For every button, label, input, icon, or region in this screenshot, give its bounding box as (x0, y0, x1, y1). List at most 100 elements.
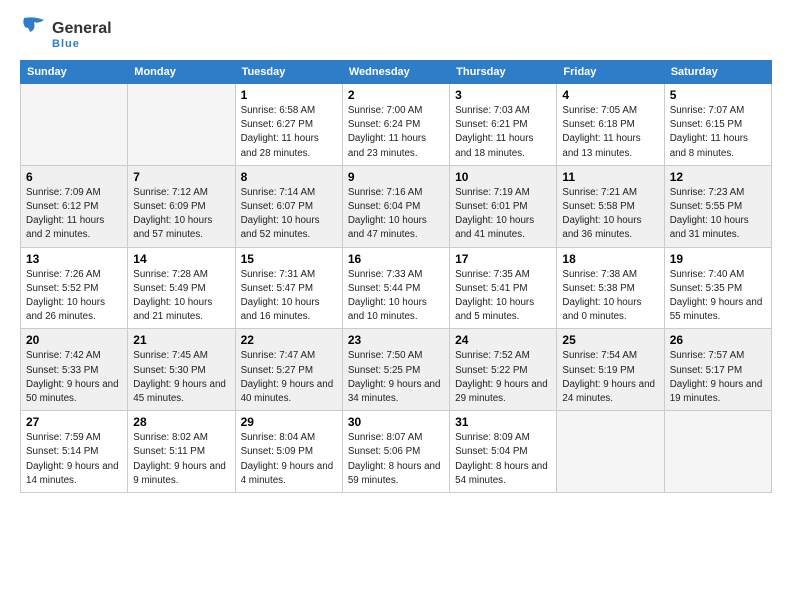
calendar-cell-5-3: 29Sunrise: 8:04 AMSunset: 5:09 PMDayligh… (235, 411, 342, 493)
day-info: Sunrise: 7:05 AMSunset: 6:18 PMDaylight:… (562, 104, 658, 161)
day-number: 11 (562, 170, 658, 184)
day-number: 3 (455, 88, 551, 102)
day-number: 20 (26, 333, 122, 347)
day-info: Sunrise: 7:45 AMSunset: 5:30 PMDaylight:… (133, 349, 229, 406)
day-info: Sunrise: 7:35 AMSunset: 5:41 PMDaylight:… (455, 268, 551, 325)
day-info: Sunrise: 7:09 AMSunset: 6:12 PMDaylight:… (26, 186, 122, 243)
day-number: 19 (670, 252, 766, 266)
week-row-1: 1 Sunrise: 6:58 AMSunset: 6:27 PMDaylight… (21, 84, 772, 166)
day-number: 13 (26, 252, 122, 266)
header-row: SundayMondayTuesdayWednesdayThursdayFrid… (21, 61, 772, 84)
day-number: 31 (455, 415, 551, 429)
day-number: 2 (348, 88, 444, 102)
day-info: Sunrise: 7:16 AMSunset: 6:04 PMDaylight:… (348, 186, 444, 243)
day-info: Sunrise: 7:14 AMSunset: 6:07 PMDaylight:… (241, 186, 337, 243)
calendar-cell-4-6: 25 Sunrise: 7:54 AMSunset: 5:19 PMDayligh… (557, 329, 664, 411)
calendar-cell-1-4: 2 Sunrise: 7:00 AMSunset: 6:24 PMDaylight… (342, 84, 449, 166)
calendar-cell-4-1: 20 Sunrise: 7:42 AMSunset: 5:33 PMDayligh… (21, 329, 128, 411)
day-number: 17 (455, 252, 551, 266)
header: General Blue (20, 16, 772, 50)
day-number: 18 (562, 252, 658, 266)
day-number: 29 (241, 415, 337, 429)
week-row-3: 13 Sunrise: 7:26 AMSunset: 5:52 PMDayligh… (21, 247, 772, 329)
calendar-cell-2-1: 6 Sunrise: 7:09 AMSunset: 6:12 PMDaylight… (21, 165, 128, 247)
day-info: Sunrise: 7:52 AMSunset: 5:22 PMDaylight:… (455, 349, 551, 406)
logo: General Blue (20, 16, 112, 50)
calendar-cell-5-6 (557, 411, 664, 493)
calendar-page: General Blue SundayMondayTuesdayWednesda… (0, 0, 792, 612)
calendar-cell-1-6: 4 Sunrise: 7:05 AMSunset: 6:18 PMDaylight… (557, 84, 664, 166)
day-info: Sunrise: 8:02 AMSunset: 5:11 PMDaylight:… (133, 431, 229, 488)
day-info: Sunrise: 7:57 AMSunset: 5:17 PMDaylight:… (670, 349, 766, 406)
week-row-2: 6 Sunrise: 7:09 AMSunset: 6:12 PMDaylight… (21, 165, 772, 247)
day-info: Sunrise: 7:19 AMSunset: 6:01 PMDaylight:… (455, 186, 551, 243)
day-number: 8 (241, 170, 337, 184)
day-number: 5 (670, 88, 766, 102)
col-header-tuesday: Tuesday (235, 61, 342, 84)
day-number: 12 (670, 170, 766, 184)
day-info: Sunrise: 7:12 AMSunset: 6:09 PMDaylight:… (133, 186, 229, 243)
calendar-cell-3-1: 13 Sunrise: 7:26 AMSunset: 5:52 PMDayligh… (21, 247, 128, 329)
calendar-cell-3-4: 16 Sunrise: 7:33 AMSunset: 5:44 PMDayligh… (342, 247, 449, 329)
day-number: 14 (133, 252, 229, 266)
day-number: 30 (348, 415, 444, 429)
week-row-5: 27 Sunrise: 7:59 AMSunset: 5:14 PMDayligh… (21, 411, 772, 493)
calendar-cell-3-6: 18 Sunrise: 7:38 AMSunset: 5:38 PMDayligh… (557, 247, 664, 329)
calendar-cell-2-3: 8 Sunrise: 7:14 AMSunset: 6:07 PMDaylight… (235, 165, 342, 247)
day-info: Sunrise: 6:58 AMSunset: 6:27 PMDaylight:… (241, 104, 337, 161)
day-number: 16 (348, 252, 444, 266)
day-info: Sunrise: 8:07 AMSunset: 5:06 PMDaylight:… (348, 431, 444, 488)
calendar-cell-2-2: 7Sunrise: 7:12 AMSunset: 6:09 PMDaylight… (128, 165, 235, 247)
col-header-friday: Friday (557, 61, 664, 84)
calendar-cell-2-4: 9 Sunrise: 7:16 AMSunset: 6:04 PMDaylight… (342, 165, 449, 247)
day-info: Sunrise: 7:21 AMSunset: 5:58 PMDaylight:… (562, 186, 658, 243)
calendar-cell-1-2 (128, 84, 235, 166)
day-number: 28 (133, 415, 229, 429)
calendar-cell-4-7: 26 Sunrise: 7:57 AMSunset: 5:17 PMDayligh… (664, 329, 771, 411)
logo-bird-icon (20, 16, 48, 38)
col-header-wednesday: Wednesday (342, 61, 449, 84)
day-info: Sunrise: 7:31 AMSunset: 5:47 PMDaylight:… (241, 268, 337, 325)
day-number: 15 (241, 252, 337, 266)
calendar-cell-4-2: 21Sunrise: 7:45 AMSunset: 5:30 PMDayligh… (128, 329, 235, 411)
day-info: Sunrise: 7:40 AMSunset: 5:35 PMDaylight:… (670, 268, 766, 325)
day-number: 1 (241, 88, 337, 102)
calendar-table: SundayMondayTuesdayWednesdayThursdayFrid… (20, 60, 772, 493)
calendar-cell-1-5: 3 Sunrise: 7:03 AMSunset: 6:21 PMDaylight… (450, 84, 557, 166)
day-number: 22 (241, 333, 337, 347)
day-info: Sunrise: 7:33 AMSunset: 5:44 PMDaylight:… (348, 268, 444, 325)
calendar-cell-5-1: 27 Sunrise: 7:59 AMSunset: 5:14 PMDayligh… (21, 411, 128, 493)
day-number: 9 (348, 170, 444, 184)
day-number: 27 (26, 415, 122, 429)
day-info: Sunrise: 7:42 AMSunset: 5:33 PMDaylight:… (26, 349, 122, 406)
col-header-sunday: Sunday (21, 61, 128, 84)
calendar-cell-1-1 (21, 84, 128, 166)
day-info: Sunrise: 8:09 AMSunset: 5:04 PMDaylight:… (455, 431, 551, 488)
day-info: Sunrise: 7:23 AMSunset: 5:55 PMDaylight:… (670, 186, 766, 243)
calendar-cell-3-2: 14Sunrise: 7:28 AMSunset: 5:49 PMDayligh… (128, 247, 235, 329)
calendar-cell-4-3: 22Sunrise: 7:47 AMSunset: 5:27 PMDayligh… (235, 329, 342, 411)
calendar-cell-1-3: 1 Sunrise: 6:58 AMSunset: 6:27 PMDaylight… (235, 84, 342, 166)
day-number: 24 (455, 333, 551, 347)
calendar-cell-3-5: 17 Sunrise: 7:35 AMSunset: 5:41 PMDayligh… (450, 247, 557, 329)
day-info: Sunrise: 7:59 AMSunset: 5:14 PMDaylight:… (26, 431, 122, 488)
calendar-cell-5-2: 28 Sunrise: 8:02 AMSunset: 5:11 PMDayligh… (128, 411, 235, 493)
col-header-thursday: Thursday (450, 61, 557, 84)
day-number: 25 (562, 333, 658, 347)
day-info: Sunrise: 7:38 AMSunset: 5:38 PMDaylight:… (562, 268, 658, 325)
week-row-4: 20 Sunrise: 7:42 AMSunset: 5:33 PMDayligh… (21, 329, 772, 411)
day-number: 4 (562, 88, 658, 102)
day-info: Sunrise: 7:03 AMSunset: 6:21 PMDaylight:… (455, 104, 551, 161)
day-info: Sunrise: 7:54 AMSunset: 5:19 PMDaylight:… (562, 349, 658, 406)
calendar-cell-5-5: 31 Sunrise: 8:09 AMSunset: 5:04 PMDayligh… (450, 411, 557, 493)
logo-text: General (52, 17, 112, 38)
calendar-cell-5-4: 30 Sunrise: 8:07 AMSunset: 5:06 PMDayligh… (342, 411, 449, 493)
col-header-saturday: Saturday (664, 61, 771, 84)
day-number: 6 (26, 170, 122, 184)
calendar-cell-5-7 (664, 411, 771, 493)
day-number: 26 (670, 333, 766, 347)
day-info: Sunrise: 7:26 AMSunset: 5:52 PMDaylight:… (26, 268, 122, 325)
day-info: Sunrise: 7:00 AMSunset: 6:24 PMDaylight:… (348, 104, 444, 161)
day-number: 10 (455, 170, 551, 184)
calendar-cell-2-6: 11 Sunrise: 7:21 AMSunset: 5:58 PMDayligh… (557, 165, 664, 247)
